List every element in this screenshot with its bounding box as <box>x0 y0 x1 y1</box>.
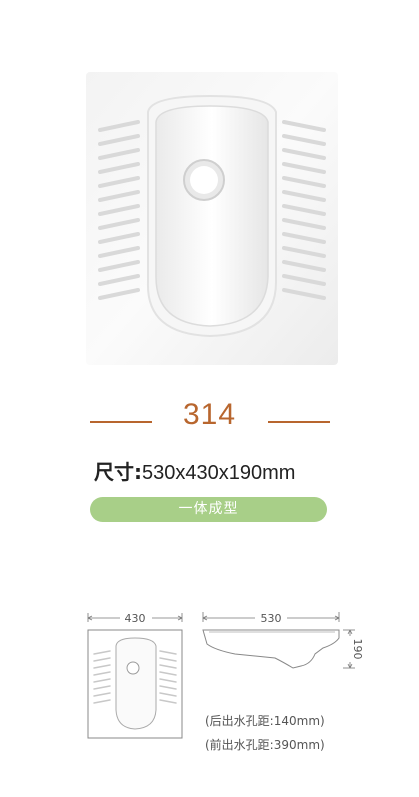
width-label: 430 <box>125 612 146 625</box>
height-label: 190 <box>351 639 364 660</box>
size-row: 尺寸:530x430x190mm <box>94 456 295 485</box>
size-label: 尺寸: <box>94 460 142 484</box>
side-view-diagram: 530 190 <box>202 612 364 669</box>
size-value: 530x430x190mm <box>142 462 296 484</box>
product-photo <box>86 72 338 365</box>
front-outlet-note: (前出水孔距:390mm) <box>205 738 325 752</box>
rear-outlet-note: (后出水孔距:140mm) <box>205 714 325 728</box>
model-number: 314 <box>182 398 237 431</box>
length-label: 530 <box>261 612 282 625</box>
feature-tag: 一体成型 <box>90 497 327 522</box>
top-view-diagram: 430 <box>87 612 183 739</box>
